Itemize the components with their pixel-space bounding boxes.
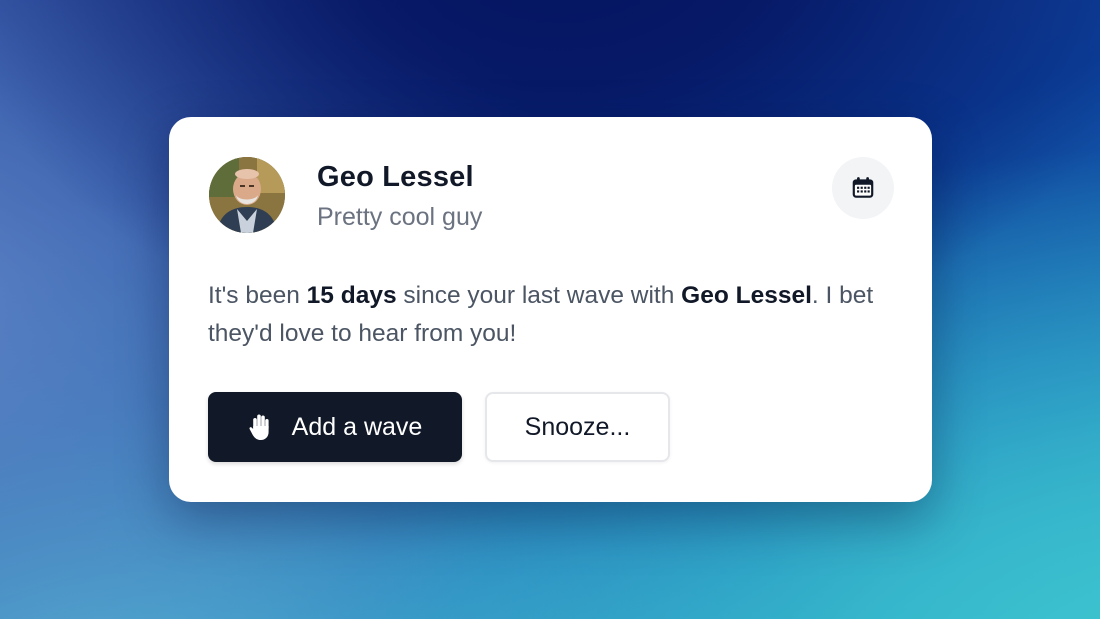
message-contact-name: Geo Lessel	[681, 282, 812, 309]
calendar-button[interactable]	[832, 157, 894, 219]
snooze-label: Snooze...	[524, 412, 631, 441]
message-prefix: It's been	[208, 282, 307, 309]
add-wave-label: Add a wave	[291, 412, 423, 441]
wave-reminder-card: Geo Lessel Pretty cool guy It's been 15 …	[169, 117, 932, 502]
reminder-message: It's been 15 days since your last wave w…	[208, 277, 908, 353]
snooze-button[interactable]: Snooze...	[485, 392, 670, 462]
avatar	[209, 157, 285, 233]
profile-name: Geo Lessel	[317, 161, 474, 193]
calendar-icon	[852, 177, 874, 198]
profile-tagline: Pretty cool guy	[317, 203, 483, 231]
avatar-photo	[209, 157, 285, 233]
add-wave-button[interactable]: Add a wave	[208, 392, 462, 462]
hand-wave-icon	[249, 414, 269, 440]
message-middle: since your last wave with	[396, 282, 682, 309]
message-duration: 15 days	[306, 282, 397, 309]
